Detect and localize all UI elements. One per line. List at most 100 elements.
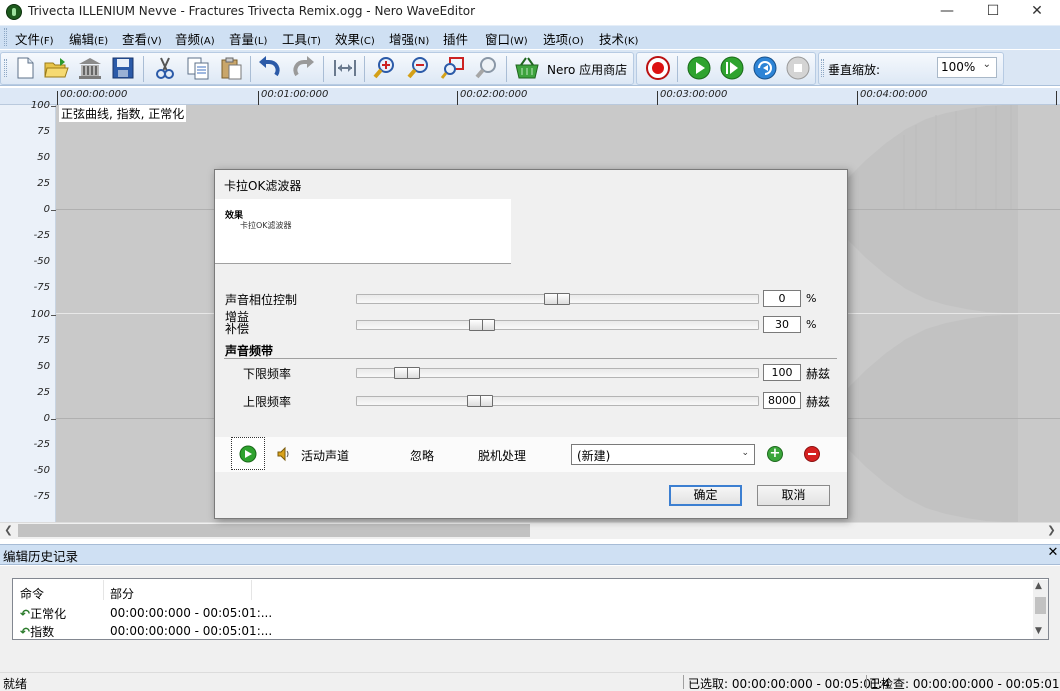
history-command: 正常化 bbox=[30, 607, 67, 621]
minimize-button[interactable]: — bbox=[924, 0, 970, 24]
preview-play-button[interactable] bbox=[231, 437, 265, 470]
add-preset-icon[interactable]: + bbox=[767, 446, 783, 462]
y-axis-label: -50 bbox=[33, 465, 50, 476]
dialog-title: 卡拉OK滤波器 bbox=[224, 179, 302, 193]
toolbar-grip bbox=[821, 59, 824, 77]
play-icon[interactable] bbox=[686, 55, 712, 81]
gain-slider-track[interactable] bbox=[356, 320, 759, 330]
low-frequency-label: 下限频率 bbox=[243, 367, 292, 381]
record-icon[interactable] bbox=[645, 55, 671, 81]
save-icon[interactable] bbox=[110, 55, 136, 81]
fit-width-icon[interactable] bbox=[332, 55, 358, 81]
menu-view[interactable]: 查看(V) bbox=[122, 29, 162, 48]
status-selected-range: 已选取: 00:00:00:000 - 00:05:01:4 bbox=[688, 677, 891, 691]
scroll-up-icon[interactable]: ▲ bbox=[1035, 581, 1042, 591]
cancel-button[interactable]: 取消 bbox=[757, 485, 830, 506]
nero-store-label[interactable]: Nero 应用商店 bbox=[547, 61, 627, 78]
speaker-icon[interactable] bbox=[276, 446, 292, 462]
menu-options[interactable]: 选项(O) bbox=[543, 29, 584, 48]
timeline-label: 00:00:00:000 bbox=[60, 89, 128, 100]
scroll-left-icon[interactable]: ❮ bbox=[0, 522, 17, 539]
delete-preset-icon[interactable] bbox=[804, 446, 820, 462]
ok-button[interactable]: 确定 bbox=[669, 485, 742, 506]
gain-slider-thumb[interactable] bbox=[469, 319, 495, 331]
history-scroll-thumb[interactable] bbox=[1035, 597, 1046, 614]
close-button[interactable]: ✕ bbox=[1014, 0, 1060, 24]
active-channel-label[interactable]: 活动声道 bbox=[301, 447, 349, 464]
history-column-command[interactable]: 命令 bbox=[20, 585, 44, 602]
loop-play-icon[interactable] bbox=[752, 55, 778, 81]
column-divider[interactable] bbox=[103, 580, 104, 600]
history-row[interactable]: ↶指数 bbox=[20, 623, 54, 640]
zoom-in-icon[interactable] bbox=[372, 55, 398, 81]
menu-audio[interactable]: 音频(A) bbox=[175, 29, 215, 48]
horizontal-scroll-thumb[interactable] bbox=[18, 524, 530, 537]
menu-effects[interactable]: 效果(C) bbox=[335, 29, 375, 48]
high-frequency-slider-track[interactable] bbox=[356, 396, 759, 406]
timeline-tick bbox=[457, 91, 458, 105]
gain-value-input[interactable]: 30 bbox=[763, 316, 801, 333]
play-icon bbox=[239, 445, 257, 463]
phase-value-input[interactable]: 0 bbox=[763, 290, 801, 307]
status-ready: 就绪 bbox=[3, 677, 28, 691]
nero-store-icon[interactable] bbox=[514, 55, 540, 81]
history-panel-title: 编辑历史记录 bbox=[3, 549, 79, 564]
menu-plugins[interactable]: 插件 bbox=[443, 29, 468, 48]
zoom-full-icon[interactable] bbox=[474, 55, 500, 81]
undo-icon[interactable] bbox=[257, 55, 283, 81]
menu-tech[interactable]: 技术(K) bbox=[599, 29, 638, 48]
toolbar-grip bbox=[4, 59, 7, 77]
history-column-section[interactable]: 部分 bbox=[110, 585, 134, 602]
timeline-label: 00:03:00:000 bbox=[660, 89, 728, 100]
app-icon bbox=[6, 4, 22, 20]
ignore-label[interactable]: 忽略 bbox=[410, 447, 434, 464]
menu-volume[interactable]: 音量(L) bbox=[229, 29, 267, 48]
new-file-icon[interactable] bbox=[12, 55, 38, 81]
history-close-icon[interactable]: ✕ bbox=[1046, 545, 1060, 561]
copy-icon[interactable] bbox=[185, 55, 211, 81]
open-folder-icon[interactable] bbox=[43, 55, 69, 81]
gain-label: 增益 补偿 bbox=[225, 311, 249, 335]
menu-window[interactable]: 窗口(W) bbox=[485, 29, 528, 48]
y-axis-label: 50 bbox=[37, 152, 50, 163]
y-axis-label: 0 bbox=[43, 204, 50, 215]
high-frequency-unit: 赫兹 bbox=[806, 395, 831, 409]
low-frequency-slider-thumb[interactable] bbox=[394, 367, 420, 379]
scroll-right-icon[interactable]: ❯ bbox=[1043, 522, 1060, 539]
phase-slider-thumb[interactable] bbox=[544, 293, 570, 305]
menu-edit[interactable]: 编辑(E) bbox=[69, 29, 108, 48]
history-command: 指数 bbox=[30, 625, 55, 639]
vertical-zoom-select[interactable]: 100% ⌄ bbox=[937, 57, 997, 78]
toolbar-separator bbox=[143, 56, 144, 82]
cut-icon[interactable] bbox=[152, 55, 178, 81]
timeline-label: 00:04:00:000 bbox=[860, 89, 928, 100]
high-frequency-input[interactable]: 8000 bbox=[763, 392, 801, 409]
timeline-tick bbox=[657, 91, 658, 105]
band-heading: 声音频带 bbox=[225, 344, 274, 358]
maximize-button[interactable]: ☐ bbox=[970, 0, 1016, 24]
history-row[interactable]: ↶正常化 bbox=[20, 605, 66, 622]
play-from-cursor-icon[interactable] bbox=[719, 55, 745, 81]
zoom-out-icon[interactable] bbox=[406, 55, 432, 81]
low-frequency-input[interactable]: 100 bbox=[763, 364, 801, 381]
column-divider[interactable] bbox=[251, 580, 252, 600]
menu-enhance[interactable]: 增强(N) bbox=[389, 29, 429, 48]
offline-processing-label[interactable]: 脱机处理 bbox=[478, 447, 526, 464]
dialog-header-panel bbox=[511, 199, 847, 264]
redo-icon[interactable] bbox=[290, 55, 316, 81]
preset-select[interactable]: (新建) ⌄ bbox=[571, 444, 755, 465]
library-icon[interactable] bbox=[77, 55, 103, 81]
scroll-down-icon[interactable]: ▼ bbox=[1035, 626, 1042, 636]
menu-file[interactable]: 文件(F) bbox=[15, 29, 54, 48]
zoom-selection-icon[interactable] bbox=[440, 55, 466, 81]
stop-icon[interactable] bbox=[785, 55, 811, 81]
low-frequency-unit: 赫兹 bbox=[806, 367, 831, 381]
y-axis-label: 25 bbox=[37, 178, 50, 189]
chevron-down-icon: ⌄ bbox=[741, 448, 749, 458]
timeline-tick bbox=[258, 91, 259, 105]
paste-icon[interactable] bbox=[218, 55, 244, 81]
y-axis-tick bbox=[51, 210, 56, 211]
y-axis-label: -25 bbox=[33, 230, 50, 241]
high-frequency-slider-thumb[interactable] bbox=[467, 395, 493, 407]
menu-tools[interactable]: 工具(T) bbox=[282, 29, 321, 48]
